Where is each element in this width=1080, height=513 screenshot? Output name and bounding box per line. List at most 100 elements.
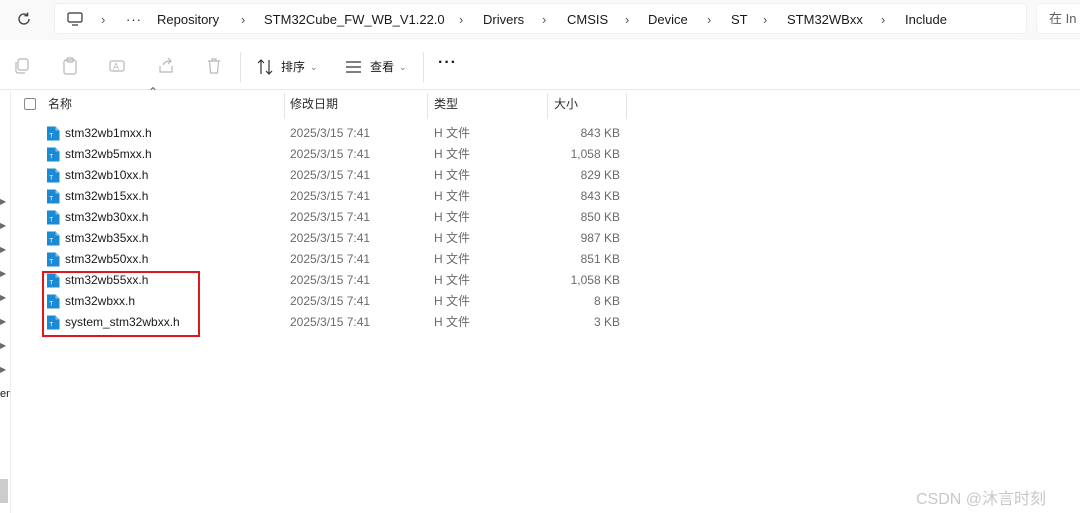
select-all-checkbox[interactable] (24, 98, 36, 110)
file-modified: 2025/3/15 7:41 (290, 231, 371, 245)
view-icon (346, 61, 361, 73)
nav-item-partial[interactable]: en (0, 388, 10, 400)
svg-text:T: T (49, 217, 53, 224)
file-type: H 文件 (434, 147, 471, 161)
chevron-right-icon: › (763, 12, 768, 27)
chevron-right-icon: › (241, 12, 246, 27)
delete-icon[interactable] (204, 56, 224, 76)
overflow-crumb[interactable]: ··· (126, 4, 142, 35)
text-file-icon: T (47, 210, 60, 225)
column-divider[interactable] (547, 93, 548, 119)
file-row[interactable]: Tstm32wb35xx.h 2025/3/15 7:41 H 文件 987 KB (0, 228, 640, 249)
sort-label: 排序 (281, 60, 306, 74)
file-type: H 文件 (434, 126, 471, 140)
svg-text:T: T (49, 238, 53, 245)
expand-arrow-icon[interactable]: ▶ (0, 341, 7, 351)
paste-icon[interactable] (60, 56, 80, 76)
svg-text:T: T (49, 133, 53, 140)
breadcrumb-item-drivers[interactable]: Drivers (483, 4, 524, 35)
text-file-icon: T (47, 252, 60, 267)
chevron-down-icon: ⌄ (310, 62, 318, 72)
column-modified[interactable]: 修改日期 (290, 91, 338, 119)
svg-text:T: T (49, 196, 53, 203)
search-input[interactable]: 在 In (1036, 3, 1080, 34)
file-type: H 文件 (434, 273, 471, 287)
view-label: 查看 (370, 60, 395, 74)
file-name[interactable]: stm32wb5mxx.h (65, 144, 152, 165)
file-row[interactable]: Tstm32wb5mxx.h 2025/3/15 7:41 H 文件 1,058 KB (0, 144, 640, 165)
copy-icon[interactable] (12, 56, 32, 76)
column-divider[interactable] (427, 93, 428, 119)
file-size: 850 KB (580, 210, 620, 224)
svg-text:T: T (49, 154, 53, 161)
file-row[interactable]: Tstm32wb15xx.h 2025/3/15 7:41 H 文件 843 KB (0, 186, 640, 207)
file-size: 1,058 KB (570, 273, 620, 287)
breadcrumb-item-repository[interactable]: Repository (157, 4, 219, 35)
file-size: 987 KB (580, 231, 620, 245)
breadcrumb-item-st[interactable]: ST (731, 4, 748, 35)
computer-icon[interactable] (67, 12, 83, 26)
chevron-right-icon: › (625, 12, 630, 27)
chevron-right-icon: › (881, 12, 886, 27)
toolbar-divider (240, 52, 241, 82)
command-bar: A 排序 ⌄ 查看 ⌄ ··· (0, 44, 1080, 90)
chevron-right-icon: › (101, 12, 106, 27)
file-row[interactable]: Tstm32wb10xx.h 2025/3/15 7:41 H 文件 829 KB (0, 165, 640, 186)
file-name[interactable]: stm32wb1mxx.h (65, 123, 152, 144)
text-file-icon: T (47, 147, 60, 162)
file-name[interactable]: stm32wb50xx.h (65, 249, 148, 270)
file-modified: 2025/3/15 7:41 (290, 189, 371, 203)
file-name[interactable]: stm32wb30xx.h (65, 207, 148, 228)
file-modified: 2025/3/15 7:41 (290, 210, 371, 224)
file-size: 851 KB (580, 252, 620, 266)
breadcrumb[interactable]: › ··· Repository › STM32Cube_FW_WB_V1.22… (54, 3, 1027, 34)
file-size: 829 KB (580, 168, 620, 182)
column-size[interactable]: 大小 (554, 91, 578, 119)
chevron-right-icon: › (542, 12, 547, 27)
file-name[interactable]: stm32wb35xx.h (65, 228, 148, 249)
file-type: H 文件 (434, 189, 471, 203)
file-row[interactable]: Tstm32wb1mxx.h 2025/3/15 7:41 H 文件 843 KB (0, 123, 640, 144)
file-type: H 文件 (434, 252, 471, 266)
breadcrumb-item-cmsis[interactable]: CMSIS (567, 4, 608, 35)
address-bar: › ··· Repository › STM32Cube_FW_WB_V1.22… (0, 0, 1080, 40)
sort-ascending-icon: ⌃ (148, 85, 159, 99)
expand-arrow-icon[interactable]: ▶ (0, 365, 7, 375)
breadcrumb-item-stm32cube[interactable]: STM32Cube_FW_WB_V1.22.0 (264, 4, 445, 35)
breadcrumb-item-device[interactable]: Device (648, 4, 688, 35)
file-row[interactable]: Tstm32wb50xx.h 2025/3/15 7:41 H 文件 851 KB (0, 249, 640, 270)
file-row[interactable]: Tstm32wb30xx.h 2025/3/15 7:41 H 文件 850 KB (0, 207, 640, 228)
svg-text:T: T (49, 175, 53, 182)
file-name[interactable]: stm32wb15xx.h (65, 186, 148, 207)
file-size: 843 KB (580, 189, 620, 203)
text-file-icon: T (47, 231, 60, 246)
rename-icon[interactable]: A (107, 56, 127, 76)
file-modified: 2025/3/15 7:41 (290, 252, 371, 266)
breadcrumb-item-include[interactable]: Include (905, 4, 947, 35)
file-size: 1,058 KB (570, 147, 620, 161)
column-divider[interactable] (284, 93, 285, 119)
text-file-icon: T (47, 189, 60, 204)
file-name[interactable]: stm32wb10xx.h (65, 165, 148, 186)
sort-icon (257, 59, 273, 75)
file-modified: 2025/3/15 7:41 (290, 315, 371, 329)
chevron-down-icon: ⌄ (399, 62, 407, 72)
file-type: H 文件 (434, 168, 471, 182)
more-options-button[interactable]: ··· (438, 54, 457, 72)
chevron-right-icon: › (707, 12, 712, 27)
scrollbar-thumb[interactable] (0, 479, 8, 503)
file-size: 3 KB (593, 315, 620, 329)
breadcrumb-item-stm32wbxx[interactable]: STM32WBxx (787, 4, 863, 35)
watermark: CSDN @沐言时刻 (916, 491, 1047, 508)
refresh-icon[interactable] (14, 9, 34, 29)
column-divider[interactable] (626, 93, 627, 119)
file-size: 8 KB (593, 294, 620, 308)
file-modified: 2025/3/15 7:41 (290, 168, 371, 182)
column-name[interactable]: 名称 (48, 91, 72, 119)
share-icon[interactable] (156, 56, 176, 76)
file-modified: 2025/3/15 7:41 (290, 126, 371, 140)
file-type: H 文件 (434, 210, 471, 224)
file-modified: 2025/3/15 7:41 (290, 294, 371, 308)
column-type[interactable]: 类型 (434, 91, 458, 119)
file-size: 843 KB (580, 126, 620, 140)
